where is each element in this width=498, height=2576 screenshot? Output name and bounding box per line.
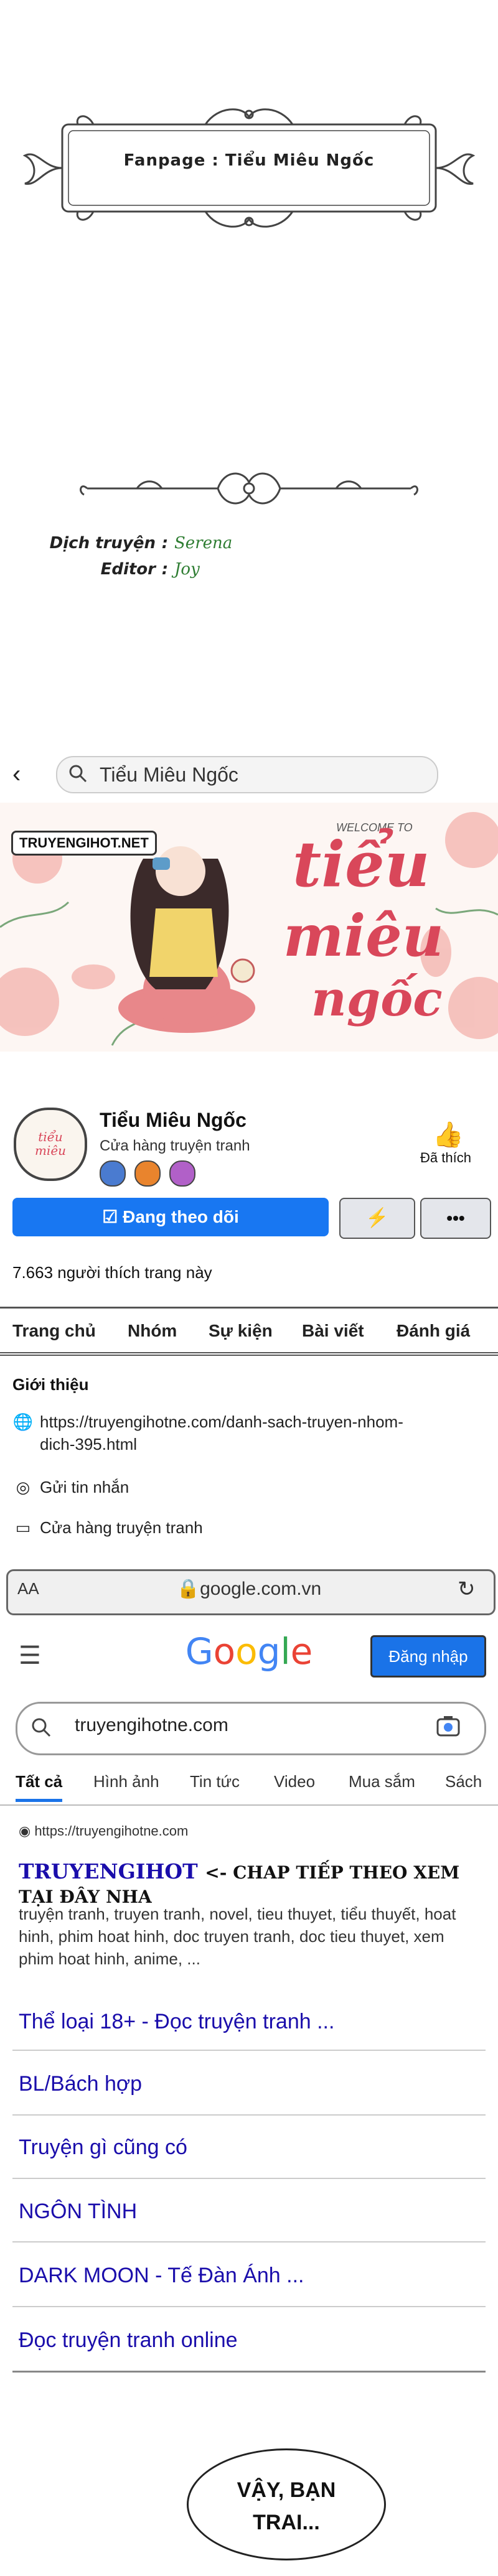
editor-name: Joy <box>174 560 200 579</box>
editor-credit: Editor: Joy <box>0 560 200 579</box>
intro-message[interactable]: ◎ Gửi tin nhắn <box>12 1478 129 1497</box>
credit-separator: : <box>161 534 169 553</box>
editor-label: Editor <box>100 560 156 579</box>
fb-search-text[interactable]: Tiểu Miêu Ngốc <box>100 763 238 786</box>
google-search-query[interactable]: truyengihotne.com <box>75 1715 228 1736</box>
url-text[interactable]: google.com.vn <box>200 1579 321 1599</box>
tab-news[interactable]: Tin tức <box>190 1772 240 1791</box>
avatar[interactable]: tiểu miêu <box>14 1108 87 1181</box>
brand-badge: TRUYENGIHOT.NET <box>11 831 157 856</box>
messenger-icon: ⚡ <box>365 1208 389 1228</box>
intro-shop[interactable]: ▭ Cửa hàng truyện tranh <box>12 1518 203 1538</box>
search-icon <box>32 1718 51 1737</box>
result-url[interactable]: ◉ https://truyengihotne.com <box>19 1823 188 1839</box>
result-snippet: truyện tranh, truyen tranh, novel, tieu … <box>19 1905 456 1968</box>
sitelink[interactable]: BL/Bách hợp <box>19 2072 479 2096</box>
thumbs-up-icon[interactable]: 👍 <box>433 1120 464 1149</box>
google-tab-bar: Tất cả Hình ảnh Tin tức Video Mua sắm Sá… <box>0 1767 498 1806</box>
sitelink-divider <box>12 2241 486 2242</box>
page-name: Tiểu Miêu Ngốc <box>100 1109 247 1131</box>
cover-title-1: tiểu <box>293 828 430 901</box>
svg-text:miêu: miêu <box>35 1143 66 1158</box>
sitelink-divider <box>12 2371 486 2373</box>
following-button[interactable]: ☑ Đang theo dõi <box>12 1198 329 1236</box>
page-badges <box>100 1160 204 1190</box>
intro-link-line1[interactable]: https://truyengihotne.com/danh-sach-truy… <box>40 1412 403 1431</box>
globe-icon: 🌐 <box>12 1412 34 1431</box>
fb-tab-bar: Trang chủ Nhóm Sự kiện Bài viết Đánh giá <box>0 1307 498 1356</box>
badge-icon <box>134 1160 161 1187</box>
translator-label: Dịch truyện <box>49 534 156 553</box>
result-title-text[interactable]: TRUYENGIHOT <box>19 1859 198 1883</box>
tab-images[interactable]: Hình ảnh <box>93 1772 159 1791</box>
messenger-icon: ◎ <box>16 1478 31 1496</box>
more-button[interactable]: ••• <box>420 1198 491 1239</box>
bubble-line-1: VẬY, BẠN <box>237 2478 336 2502</box>
tab-posts[interactable]: Bài viết <box>302 1321 364 1341</box>
reload-icon[interactable]: ↻ <box>458 1577 476 1602</box>
bubble-line-2: TRAI... <box>253 2511 320 2534</box>
messenger-button[interactable]: ⚡ <box>339 1198 415 1239</box>
sitelink[interactable]: Thể loại 18+ - Đọc truyện tranh ... <box>19 2010 479 2034</box>
tab-all[interactable]: Tất cả <box>16 1772 63 1802</box>
avatar-logo-icon: tiểu miêu <box>35 1129 66 1158</box>
intro-title: Giới thiệu <box>12 1375 89 1394</box>
tab-books[interactable]: Sách <box>445 1772 482 1791</box>
login-button[interactable]: Đăng nhập <box>370 1635 486 1678</box>
search-icon <box>69 765 87 783</box>
result-url-text[interactable]: https://truyengihotne.com <box>34 1823 188 1839</box>
badge-icon <box>100 1160 126 1187</box>
back-arrow-icon[interactable]: ‹ <box>12 760 21 788</box>
translator-name: Serena <box>174 534 233 553</box>
speech-bubble: VẬY, BẠN TRAI... <box>187 2448 386 2560</box>
intro-link[interactable]: 🌐 https://truyengihotne.com/danh-sach-tru… <box>12 1412 403 1432</box>
url-display[interactable]: 🔒google.com.vn <box>0 1578 498 1600</box>
ornate-divider <box>80 472 418 505</box>
tab-video[interactable]: Video <box>274 1772 315 1791</box>
sitelink-divider <box>12 2178 486 2179</box>
following-label: Đang theo dõi <box>123 1207 239 1226</box>
sitelink[interactable]: Đọc truyện tranh online <box>19 2328 479 2353</box>
camera-icon[interactable] <box>436 1715 461 1737</box>
tab-home[interactable]: Trang chủ <box>12 1321 96 1341</box>
tab-shopping[interactable]: Mua sắm <box>349 1772 415 1791</box>
site-favicon-icon: ◉ <box>19 1823 35 1839</box>
svg-text:tiểu: tiểu <box>38 1129 63 1144</box>
cover-photo: TRUYENGIHOT.NET WELCOME TO tiểu miêu ngố… <box>0 803 498 1052</box>
cover-title-3: ngốc <box>311 971 443 1027</box>
lock-icon: 🔒 <box>176 1579 200 1599</box>
sitelink-divider <box>12 2114 486 2116</box>
tab-events[interactable]: Sự kiện <box>209 1321 273 1341</box>
credit-separator: : <box>161 560 169 579</box>
sitelink[interactable]: NGÔN TÌNH <box>19 2200 479 2224</box>
tab-reviews[interactable]: Đánh giá <box>397 1321 470 1341</box>
tab-groups[interactable]: Nhóm <box>128 1321 177 1341</box>
sitelink-divider <box>12 2306 486 2307</box>
sitelink-divider <box>12 2050 486 2051</box>
shop-label[interactable]: Cửa hàng truyện tranh <box>40 1518 203 1537</box>
check-icon: ☑ <box>102 1207 123 1226</box>
fanpage-title: Fanpage : Tiểu Miêu Ngốc <box>123 151 375 170</box>
cover-title-2: miêu <box>283 902 444 969</box>
likes-count: 7.663 người thích trang này <box>12 1263 212 1282</box>
result-title[interactable]: TRUYENGIHOT <- CHAP TIẾP THEO XEM TẠI ĐÂ… <box>19 1859 498 1908</box>
translator-credit: Dịch truyện: Serena <box>0 534 233 553</box>
sitelink[interactable]: Truyện gì cũng có <box>19 2135 479 2160</box>
intro-link-cont[interactable]: dich-395.html <box>40 1435 137 1454</box>
badge-icon <box>169 1160 195 1187</box>
send-message-label[interactable]: Gửi tin nhắn <box>40 1478 129 1496</box>
page-category: Cửa hàng truyện tranh <box>100 1137 250 1154</box>
shop-icon: ▭ <box>15 1518 31 1537</box>
liked-label[interactable]: Đã thích <box>420 1150 471 1166</box>
sitelink[interactable]: DARK MOON - Tế Đàn Ánh ... <box>19 2264 479 2288</box>
